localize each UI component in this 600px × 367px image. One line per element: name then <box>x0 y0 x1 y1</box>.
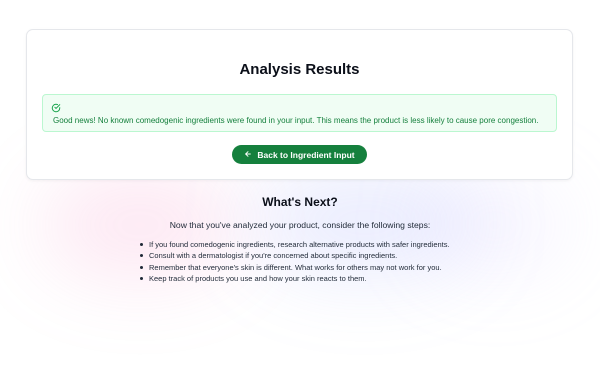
success-alert: Good news! No known comedogenic ingredie… <box>42 94 557 132</box>
next-steps-title: What's Next? <box>262 195 338 209</box>
list-item: Remember that everyone's skin is differe… <box>139 262 461 273</box>
back-to-ingredient-input-button[interactable]: Back to Ingredient Input <box>232 145 367 164</box>
list-item: If you found comedogenic ingredients, re… <box>139 239 461 250</box>
next-steps-intro: Now that you've analyzed your product, c… <box>169 220 431 230</box>
results-card: Analysis Results Good news! No known com… <box>26 29 573 180</box>
circle-check-icon <box>51 100 61 113</box>
alert-message: Good news! No known comedogenic ingredie… <box>53 116 539 125</box>
results-title: Analysis Results <box>239 61 360 78</box>
back-button-label: Back to Ingredient Input <box>257 149 355 160</box>
list-item: Consult with a dermatologist if you're c… <box>139 250 461 261</box>
next-steps-list: If you found comedogenic ingredients, re… <box>139 239 461 285</box>
arrow-left-icon <box>244 150 252 160</box>
list-item: Keep track of products you use and how y… <box>139 273 461 284</box>
